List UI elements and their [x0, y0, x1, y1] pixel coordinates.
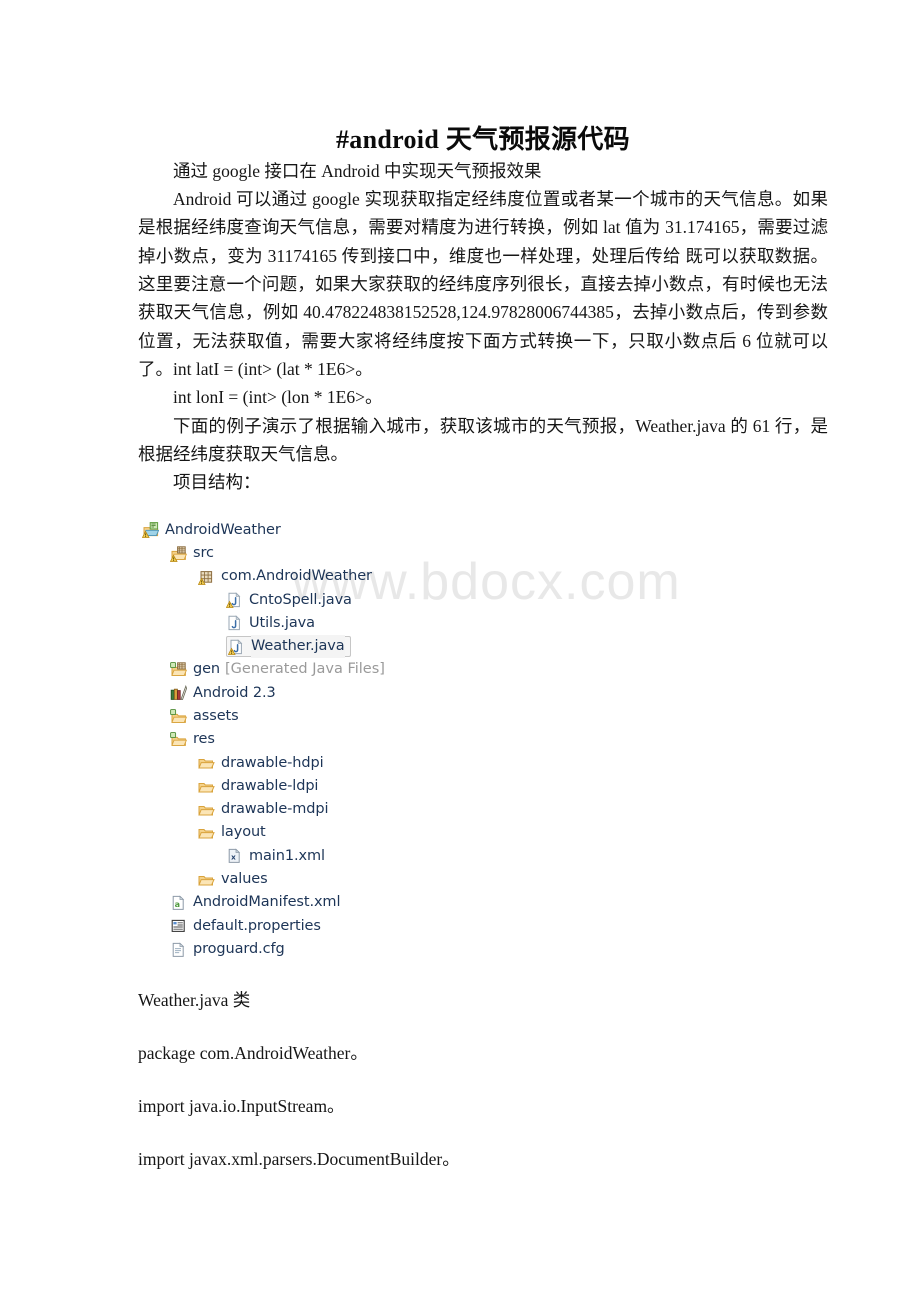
tree-node[interactable]: Weather.java — [142, 635, 762, 659]
tree-node-label: CntoSpell.java — [249, 591, 352, 608]
code-line-package: package com.AndroidWeather。 — [138, 1043, 368, 1064]
body-paragraph-4: 项目结构： — [173, 472, 261, 493]
folder-icon — [198, 872, 215, 888]
tree-node-content: res — [170, 728, 215, 751]
source-folder-icon — [170, 545, 187, 562]
project-structure-figure: www.bdocx.com AndroidWeather src com.Andro… — [142, 519, 762, 962]
tree-node-label: values — [221, 871, 268, 888]
tree-node-content: values — [198, 868, 268, 891]
tree-node-content: proguard.cfg — [170, 938, 285, 961]
document-page: #android 天气预报源代码 通过 google 接口在 Android 中… — [0, 0, 920, 1302]
tree-node[interactable]: x main1.xml — [142, 845, 762, 868]
tree-node-content: drawable-ldpi — [198, 775, 318, 798]
tree-node[interactable]: res — [142, 728, 762, 751]
library-icon — [170, 685, 187, 701]
tree-node-label: default.properties — [193, 917, 321, 934]
weather-java-class-label: Weather.java 类 — [138, 990, 251, 1011]
folder-icon — [198, 825, 215, 841]
code-line-import-documentbuilder: import javax.xml.parsers.DocumentBuilder… — [138, 1149, 460, 1170]
code-line-import-inputstream: import java.io.InputStream。 — [138, 1096, 345, 1117]
tree-node-content: Weather.java — [226, 635, 351, 659]
body-paragraph-2: int lonI = (int> (lon * 1E6>。 — [173, 387, 383, 408]
android-manifest-icon: a — [170, 895, 187, 911]
generated-source-folder-icon — [170, 662, 187, 678]
tree-node[interactable]: src — [142, 542, 762, 565]
folder-icon — [198, 802, 215, 818]
tree-node[interactable]: Android 2.3 — [142, 682, 762, 705]
tree-node-label: proguard.cfg — [193, 940, 285, 957]
tree-node-content: com.AndroidWeather — [198, 565, 372, 588]
tree-node[interactable]: com.AndroidWeather — [142, 565, 762, 588]
assets-folder-icon — [170, 708, 187, 725]
tree-node-label: main1.xml — [249, 847, 325, 864]
tree-node[interactable]: drawable-ldpi — [142, 775, 762, 798]
body-paragraph-3: 下面的例子演示了根据输入城市，获取该城市的天气预报，Weather.java 的… — [138, 415, 828, 464]
tree-node-label: res — [193, 731, 215, 748]
tree-node-label: com.AndroidWeather — [221, 568, 372, 585]
text-file-icon — [170, 942, 187, 958]
tree-node-content: src — [170, 542, 214, 565]
tree-node[interactable]: drawable-mdpi — [142, 798, 762, 821]
tree-node-label: Utils.java — [249, 614, 315, 631]
tree-node[interactable]: Utils.java — [142, 612, 762, 635]
java-file-warning-icon — [228, 639, 245, 655]
tree-node-content: layout — [198, 821, 266, 844]
subtitle-paragraph: 通过 google 接口在 Android 中实现天气预报效果 — [173, 160, 542, 181]
project-explorer-tree[interactable]: AndroidWeather src com.AndroidWeather CntoS… — [142, 519, 762, 962]
tree-node-label: drawable-hdpi — [221, 754, 324, 771]
xml-file-icon: x — [226, 848, 243, 864]
tree-node-label: drawable-mdpi — [221, 801, 329, 818]
tree-node[interactable]: default.properties — [142, 915, 762, 938]
page-title: #android 天气预报源代码 — [336, 125, 630, 154]
tree-node-label: src — [193, 544, 214, 561]
folder-icon — [198, 755, 215, 771]
package-icon — [198, 569, 215, 585]
tree-node[interactable]: a AndroidManifest.xml — [142, 891, 762, 914]
tree-node-content: AndroidWeather — [142, 519, 281, 542]
tree-node[interactable]: CntoSpell.java — [142, 589, 762, 612]
tree-node-content: default.properties — [170, 915, 321, 938]
svg-text:a: a — [175, 900, 180, 909]
tree-node-label: AndroidWeather — [165, 521, 281, 538]
tree-node[interactable]: drawable-hdpi — [142, 752, 762, 775]
tree-node[interactable]: gen [Generated Java Files] — [142, 658, 762, 681]
assets-folder-icon — [170, 732, 187, 748]
tree-node-label: assets — [193, 708, 239, 724]
tree-node-content: gen — [170, 658, 220, 681]
java-file-icon — [226, 615, 243, 631]
tree-node-label: AndroidManifest.xml — [193, 894, 341, 911]
tree-node-content: drawable-mdpi — [198, 798, 329, 821]
tree-node-content: x main1.xml — [226, 845, 325, 868]
tree-node-label: Weather.java — [251, 635, 345, 659]
tree-node-content: Utils.java — [226, 612, 315, 635]
svg-text:x: x — [231, 853, 236, 862]
properties-file-icon — [170, 918, 187, 934]
folder-icon — [198, 779, 215, 795]
tree-node-label: layout — [221, 824, 266, 841]
tree-node-content: Android 2.3 — [170, 682, 276, 705]
tree-node[interactable]: layout — [142, 821, 762, 844]
tree-node-content: CntoSpell.java — [226, 589, 352, 612]
tree-node-content: a AndroidManifest.xml — [170, 891, 340, 914]
body-paragraph-1: Android 可以通过 google 实现获取指定经纬度位置或者某一个城市的天… — [138, 188, 828, 379]
tree-node[interactable]: proguard.cfg — [142, 938, 762, 961]
tree-node-note: [Generated Java Files] — [225, 661, 385, 678]
tree-node-label: drawable-ldpi — [221, 777, 319, 794]
tree-node-content: assets — [170, 705, 239, 728]
java-file-warning-icon — [226, 592, 243, 609]
tree-node[interactable]: assets — [142, 705, 762, 728]
tree-node-content: drawable-hdpi — [198, 752, 324, 775]
android-project-icon — [142, 522, 159, 539]
tree-node-label: Android 2.3 — [193, 684, 276, 701]
tree-node[interactable]: values — [142, 868, 762, 891]
page-content: #android 天气预报源代码 通过 google 接口在 Android 中… — [138, 0, 828, 1173]
tree-node-label: gen — [193, 661, 221, 678]
tree-node[interactable]: AndroidWeather — [142, 519, 762, 542]
